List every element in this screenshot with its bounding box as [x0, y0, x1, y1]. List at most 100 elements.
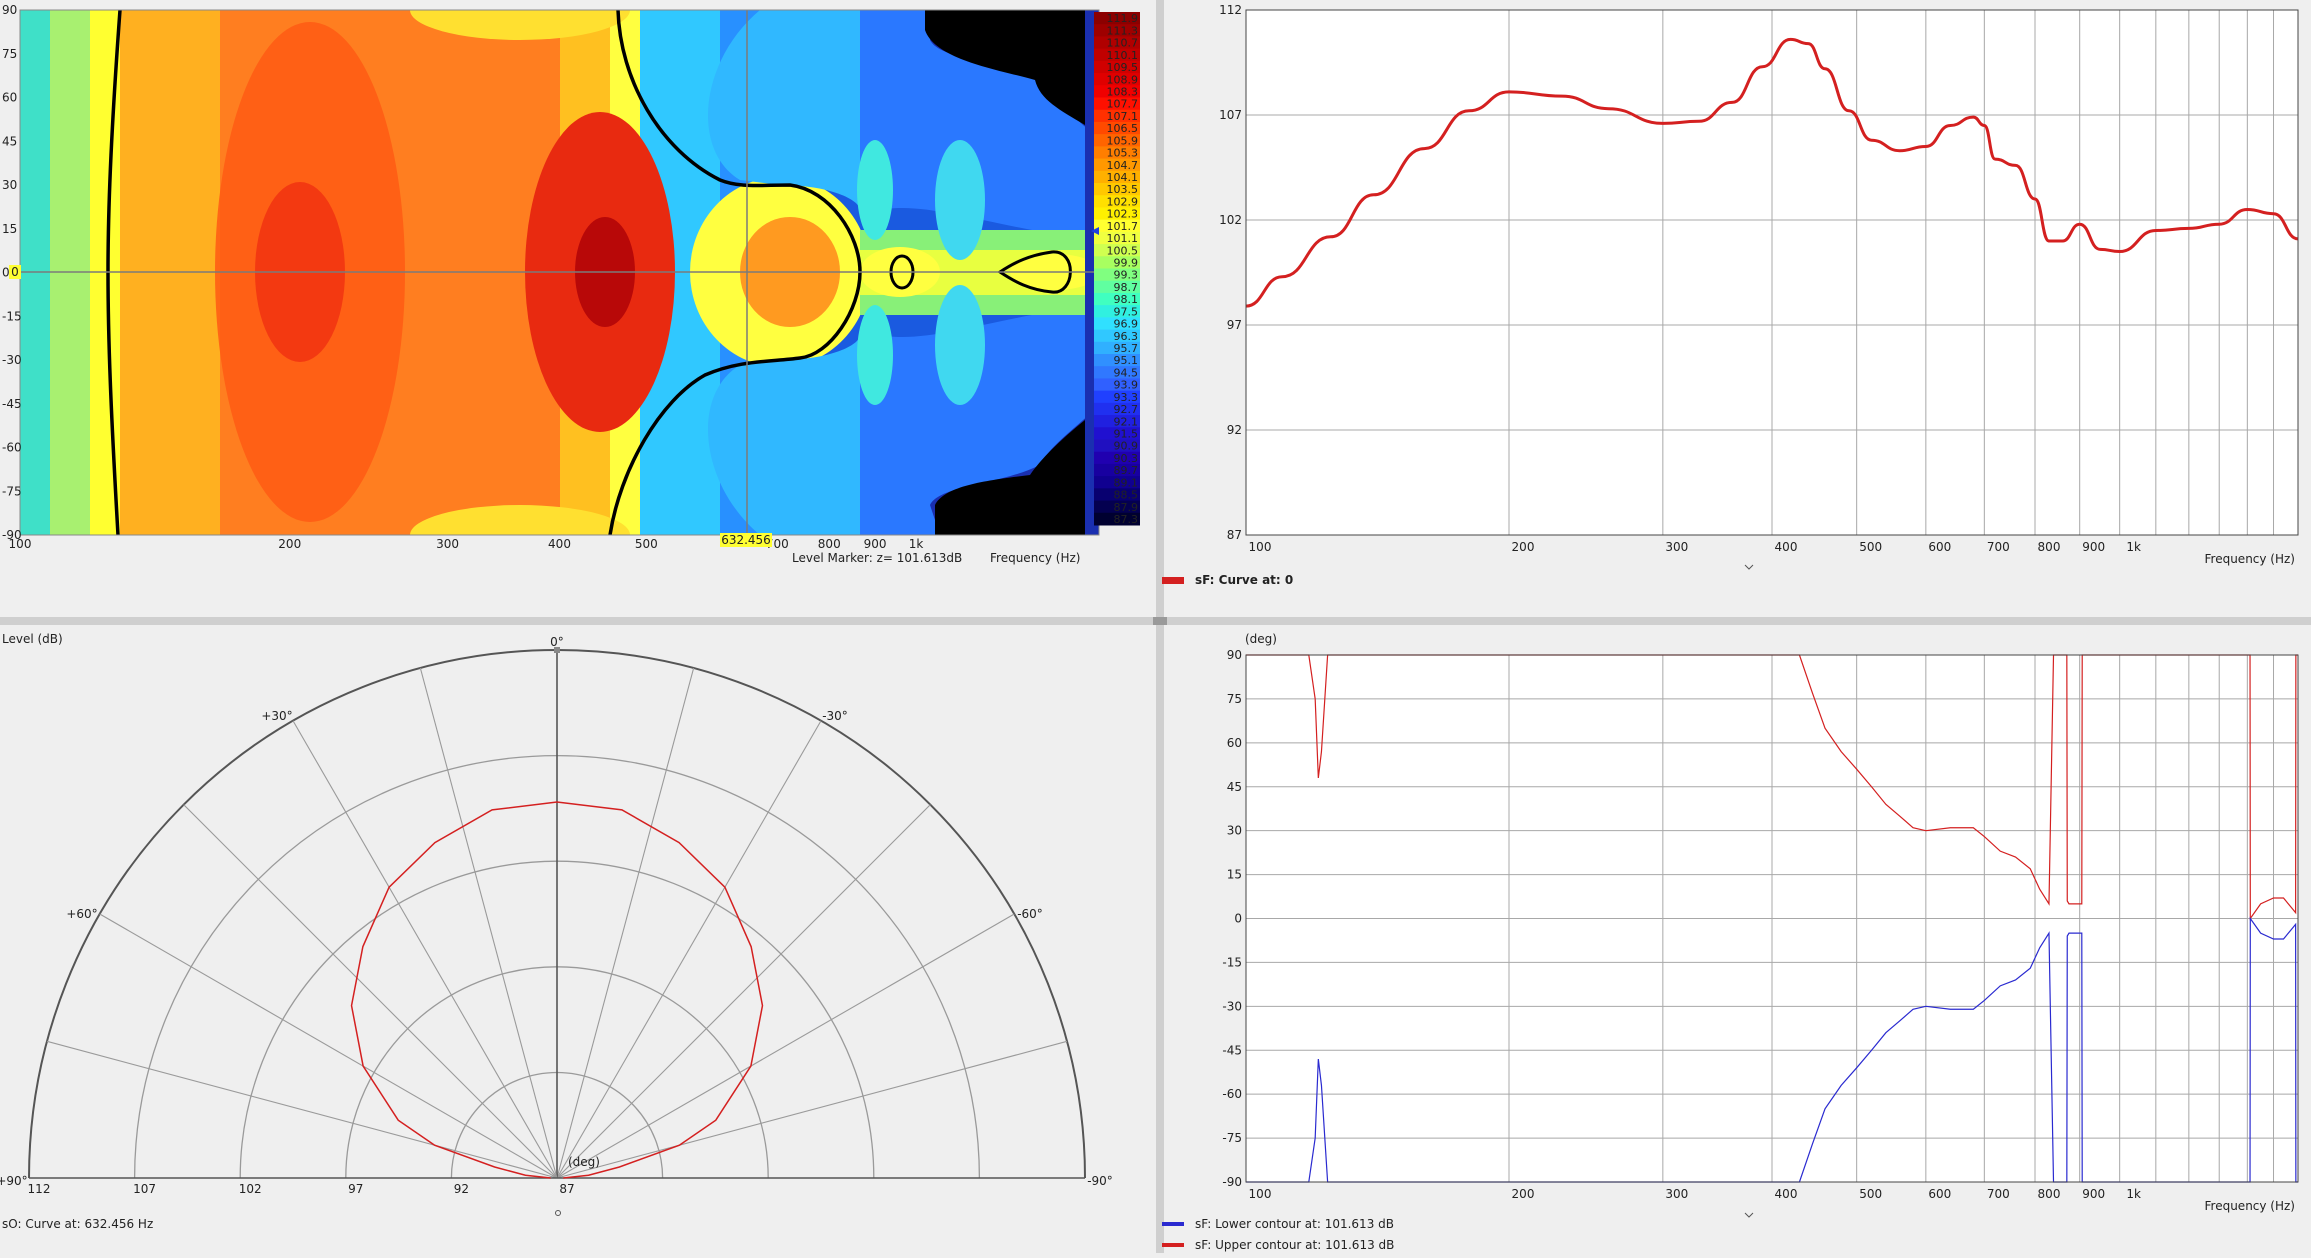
scale-label: 109.5: [1107, 61, 1139, 74]
cursor-label: 632.456: [721, 533, 771, 547]
x-tick-label: 200: [1512, 540, 1535, 554]
x-tick-label: 700: [1987, 1187, 2010, 1201]
polar-spoke: [183, 804, 558, 1179]
x-tick-label: 500: [635, 537, 658, 551]
y-tick-label: -45: [1222, 1043, 1242, 1057]
polar-spoke: [419, 667, 558, 1179]
polar-spoke: [556, 804, 931, 1179]
fr-xlabel: Frequency (Hz): [2205, 552, 2296, 566]
lower-legend-label[interactable]: sF: Lower contour at: 101.613 dB: [1195, 1217, 1394, 1231]
x-tick-label: 700: [1987, 540, 2010, 554]
splitter-handle[interactable]: [1153, 617, 1167, 625]
level-marker-text: Level Marker: z= 101.613dB: [792, 551, 962, 565]
scale-label: 94.5: [1114, 366, 1139, 379]
scale-label: 96.9: [1114, 318, 1139, 331]
y-tick-label: 60: [2, 91, 17, 105]
y-tick-label: 90: [2, 3, 17, 17]
x-tick-label: 600: [1928, 1187, 1951, 1201]
ph-ylabel: (deg): [1245, 632, 1277, 646]
scale-label: 102.9: [1107, 195, 1139, 208]
scale-label: 92.7: [1114, 403, 1139, 416]
upper-legend-label[interactable]: sF: Upper contour at: 101.613 dB: [1195, 1238, 1394, 1252]
x-tick-label: 400: [1775, 1187, 1798, 1201]
scale-label: 90.3: [1114, 452, 1139, 465]
upper-legend-swatch: [1162, 1243, 1184, 1247]
scale-label: 89.7: [1114, 464, 1139, 477]
fr-legend-label[interactable]: sF: Curve at: 0: [1195, 573, 1293, 587]
x-tick-label: 800: [818, 537, 841, 551]
y-tick-label: -90: [1222, 1175, 1242, 1189]
angle-p90-label: +90°: [0, 1174, 28, 1188]
fr-legend-swatch: [1162, 577, 1184, 584]
polar-spoke: [556, 667, 695, 1179]
x-tick-label: 400: [548, 537, 571, 551]
scale-label: 99.3: [1114, 269, 1139, 282]
app-canvas: 90 75 60 45 30 15 0 -15 -30 -45 -60 -75 -90 0 100 200…: [0, 0, 2311, 1253]
vertical-splitter[interactable]: [1156, 0, 1164, 1253]
scale-label: 99.9: [1114, 257, 1139, 270]
scale-label: 91.5: [1114, 428, 1139, 441]
polar-legend[interactable]: sO: Curve at: 632.456 Hz: [2, 1217, 153, 1231]
color-scale: 111.9111.3110.7110.1109.5108.9108.3107.7…: [1094, 12, 1140, 526]
y-tick-label: -60: [2, 441, 22, 455]
x-tick-label: 300: [1665, 540, 1688, 554]
scale-label: 96.3: [1114, 330, 1139, 343]
y-tick-label: 30: [2, 178, 17, 192]
scale-label: 107.1: [1107, 110, 1139, 123]
scale-label: 87.3: [1114, 513, 1139, 526]
scale-label: 87.9: [1114, 501, 1139, 514]
y-tick-label: 107: [1219, 108, 1242, 122]
scale-label: 111.3: [1107, 24, 1139, 37]
y-tick-label: 30: [1227, 824, 1242, 838]
y-tick-label: -75: [2, 484, 22, 498]
scale-label: 108.9: [1107, 73, 1139, 86]
ph-collapse-icon[interactable]: [1744, 1212, 1754, 1218]
angle-0-label: 0°: [550, 635, 564, 649]
scale-label: 98.1: [1114, 293, 1139, 306]
x-tick-label: 100: [1249, 540, 1272, 554]
scale-label: 106.5: [1107, 122, 1139, 135]
fr-collapse-icon[interactable]: [1744, 564, 1754, 570]
x-tick-label: 800: [2038, 540, 2061, 554]
y-tick-label: -30: [2, 353, 22, 367]
polar-spoke: [556, 720, 822, 1179]
scale-label: 102.3: [1107, 208, 1139, 221]
y-tick-label: 90: [1227, 648, 1242, 662]
x-tick-label: 800: [2038, 1187, 2061, 1201]
x-tick-label: 1k: [2126, 1187, 2141, 1201]
polar-panel: Level (dB) 0° +30° -30° +60° -60° +90° -…: [0, 632, 1113, 1231]
scale-label: 92.1: [1114, 415, 1139, 428]
scale-label: 93.9: [1114, 379, 1139, 392]
scale-label: 110.1: [1107, 49, 1139, 62]
angle-p60-label: +60°: [66, 907, 97, 921]
angle-n30-label: -30°: [822, 709, 848, 723]
polar-spoke: [46, 1040, 558, 1179]
x-tick-label: 500: [1859, 1187, 1882, 1201]
y-tick-label: 60: [1227, 736, 1242, 750]
y-tick-label: 15: [1227, 868, 1242, 882]
ring-label: 87: [559, 1182, 574, 1196]
ring-label: 97: [348, 1182, 363, 1196]
y-tick-label: -15: [2, 309, 22, 323]
heatmap-field: [20, 10, 1099, 535]
y-tick-label: 75: [1227, 692, 1242, 706]
polar-spoke: [556, 1040, 1068, 1179]
scale-label: 88.5: [1114, 489, 1139, 502]
scale-label: 101.7: [1107, 220, 1139, 233]
x-tick-label: 1k: [2126, 540, 2141, 554]
scale-label: 110.7: [1107, 37, 1139, 50]
x-tick-label: 200: [1512, 1187, 1535, 1201]
ring-label: 107: [133, 1182, 156, 1196]
scale-label: 100.5: [1107, 244, 1139, 257]
scale-label: 89.1: [1114, 476, 1139, 489]
scale-label: 97.5: [1114, 305, 1139, 318]
ring-label: 112: [28, 1182, 51, 1196]
zero-marker-label: 0: [11, 265, 19, 279]
y-tick-label: -30: [1222, 999, 1242, 1013]
scale-label: 111.9: [1107, 12, 1139, 25]
x-tick-label: 300: [436, 537, 459, 551]
x-tick-label: 300: [1665, 1187, 1688, 1201]
ph-y-ticks: 90 75 60 45 30 15 0 -15 -30 -45 -60 -75 -90: [1222, 648, 1242, 1189]
x-axis-ticks: 100 200 300 400 500 700 800 900 1k: [9, 537, 924, 551]
scale-label: 108.3: [1107, 86, 1139, 99]
